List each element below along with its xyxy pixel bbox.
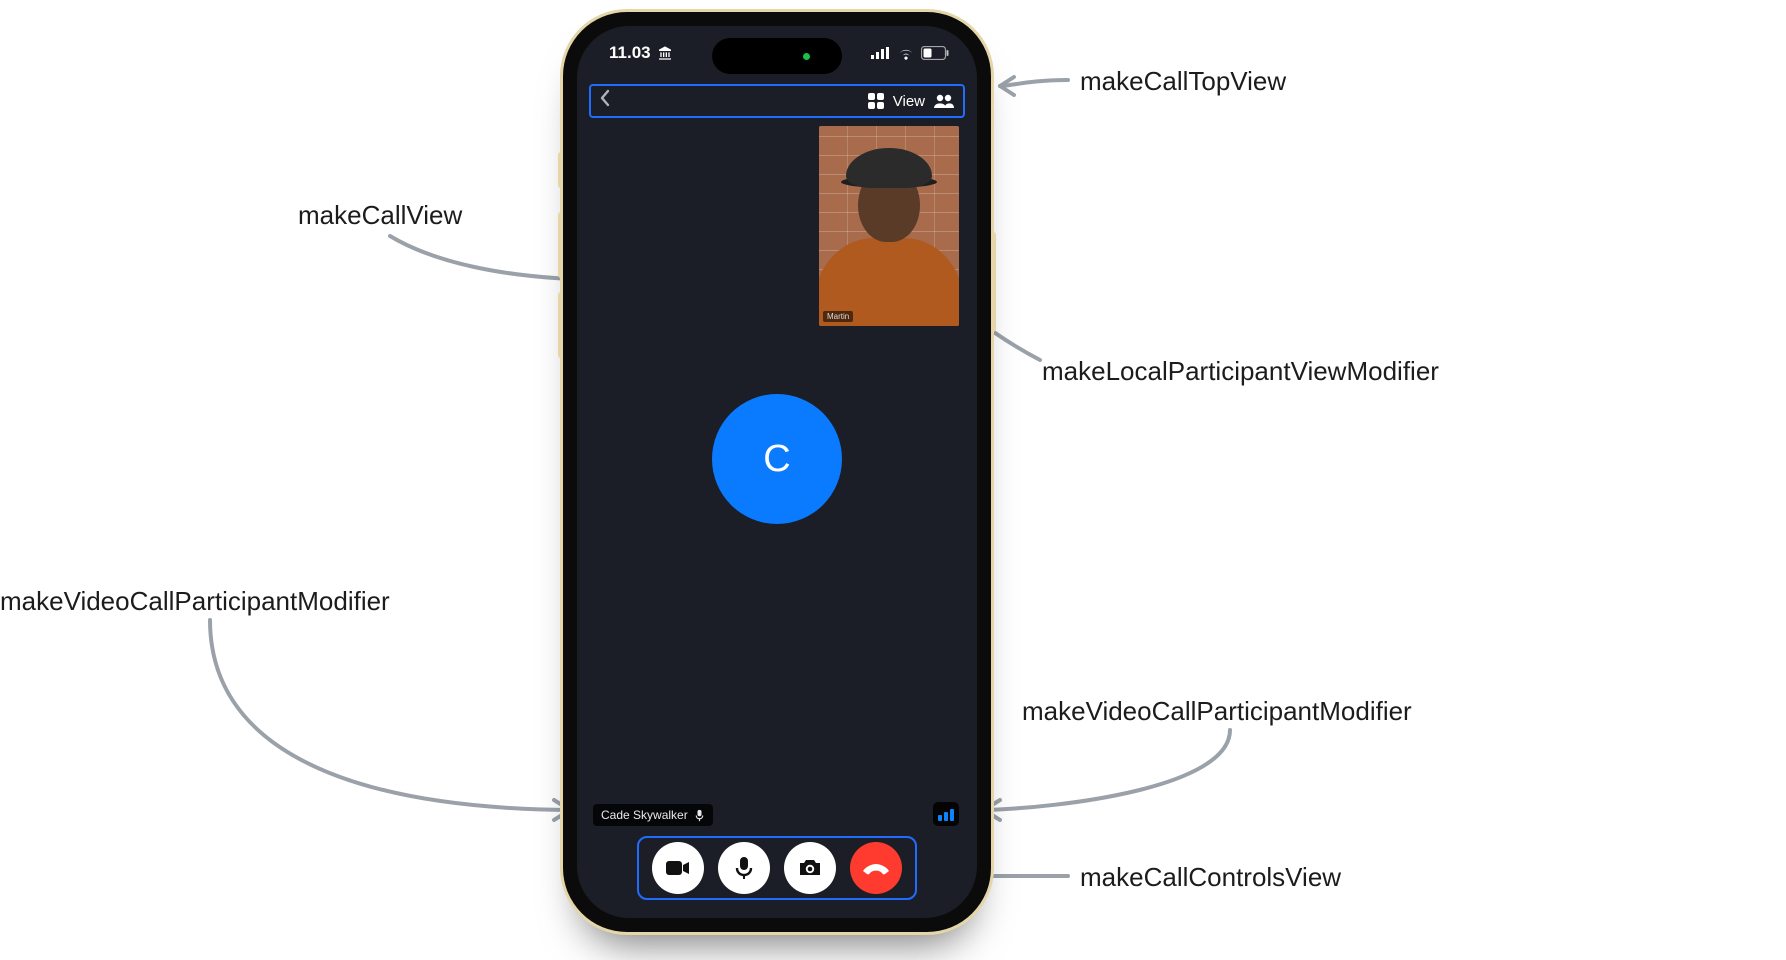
label-makeCallControlsView: makeCallControlsView: [1080, 862, 1341, 893]
local-participant-view[interactable]: Martin: [819, 126, 959, 326]
remote-participant-avatar: C: [712, 394, 842, 524]
connection-quality-indicator: [933, 802, 959, 826]
wifi-icon: [897, 46, 915, 60]
status-time: 11.03: [609, 43, 651, 63]
phone-side-button: [991, 232, 996, 332]
cellular-icon: [871, 47, 891, 59]
view-label[interactable]: View: [893, 93, 925, 110]
flip-camera-button[interactable]: [784, 842, 836, 894]
location-institution-icon: [657, 45, 673, 61]
participant-name: Cade Skywalker: [601, 808, 688, 822]
toggle-video-button[interactable]: [652, 842, 704, 894]
phone-screen: 11.03 View: [577, 26, 977, 918]
mic-icon: [694, 809, 705, 822]
participants-icon[interactable]: [933, 93, 955, 109]
phone-side-button: [558, 152, 563, 188]
call-top-view: View: [589, 84, 965, 118]
participant-name-chip: Cade Skywalker: [593, 804, 713, 826]
toggle-mic-button[interactable]: [718, 842, 770, 894]
back-chevron-icon[interactable]: [599, 89, 611, 113]
layout-grid-icon[interactable]: [867, 92, 885, 110]
dynamic-island: [712, 38, 842, 74]
call-controls-view: [637, 836, 917, 900]
hangup-button[interactable]: [850, 842, 902, 894]
local-name-tag: Martin: [823, 311, 853, 322]
phone-frame: 11.03 View: [563, 12, 991, 932]
camera-indicator-icon: [803, 53, 810, 60]
label-makeVideoCallParticipantModifier-left: makeVideoCallParticipantModifier: [0, 586, 390, 617]
label-makeLocalParticipantViewModifier: makeLocalParticipantViewModifier: [1042, 356, 1439, 387]
phone-side-button: [558, 292, 563, 358]
battery-icon: [921, 46, 949, 60]
label-makeVideoCallParticipantModifier-right: makeVideoCallParticipantModifier: [1022, 696, 1412, 727]
label-makeCallTopView: makeCallTopView: [1080, 66, 1286, 97]
phone-side-button: [558, 212, 563, 278]
label-makeCallView: makeCallView: [298, 200, 462, 231]
avatar-initial: C: [763, 438, 790, 481]
